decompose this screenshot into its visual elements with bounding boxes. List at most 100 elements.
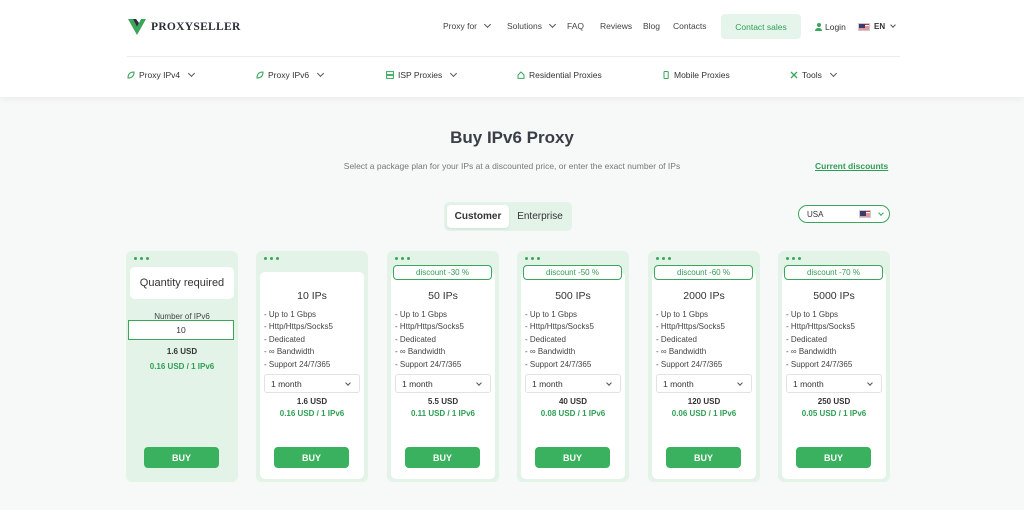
feature-item: - Http/Https/Socks5 <box>786 322 855 332</box>
subnav-proxy-ipv6[interactable]: Proxy IPv6 <box>256 69 325 80</box>
server-icon <box>386 71 394 79</box>
period-select[interactable]: 1 month <box>525 374 621 393</box>
feature-item: - Support 24/7/365 <box>656 359 723 369</box>
dots-icon <box>525 257 540 260</box>
discount-badge: discount -50 % <box>523 265 622 280</box>
site-header: PROXYSELLER Proxy for Solutions FAQ Revi… <box>0 0 1024 97</box>
tools-icon <box>790 71 798 79</box>
us-flag-icon <box>859 210 871 218</box>
feature-item: - Support 24/7/365 <box>395 359 462 369</box>
discount-badge: discount -70 % <box>784 265 883 280</box>
feature-item: - Dedicated <box>264 334 305 344</box>
user-icon <box>815 23 822 31</box>
logo[interactable]: PROXYSELLER <box>127 17 241 37</box>
buy-button[interactable]: BUY <box>535 447 610 468</box>
language-label: EN <box>874 22 886 31</box>
nav-solutions[interactable]: Solutions <box>507 20 557 31</box>
chevron-down-icon <box>606 380 612 386</box>
subnav-mobile-proxies[interactable]: Mobile Proxies <box>662 70 730 80</box>
discount-badge: discount -60 % <box>654 265 753 280</box>
nav-blog[interactable]: Blog <box>643 21 660 31</box>
plan-card-2000: discount -60 % 2000 IPs - Up to 1 Gbps -… <box>648 251 760 482</box>
feature-item: - ∞ Bandwidth <box>264 347 315 357</box>
plan-title: 10 IPs <box>297 290 327 302</box>
buy-button[interactable]: BUY <box>274 447 349 468</box>
discount-badge: discount -30 % <box>393 265 492 280</box>
dots-icon <box>656 257 671 260</box>
chevron-down-icon <box>829 69 837 78</box>
feature-item: - Dedicated <box>525 334 566 344</box>
subnav-residential-proxies[interactable]: Residential Proxies <box>517 70 602 80</box>
feature-list: - Up to 1 Gbps - Http/Https/Socks5 - Ded… <box>525 309 594 371</box>
subnav-isp-proxies[interactable]: ISP Proxies <box>386 69 458 80</box>
chevron-down-icon <box>317 69 325 78</box>
buy-button[interactable]: BUY <box>144 447 219 468</box>
buy-button[interactable]: BUY <box>405 447 480 468</box>
plan-price: 5.5 USD <box>427 397 459 406</box>
chevron-down-icon <box>188 69 196 78</box>
plan-price-per-ip: 0.11 USD / 1 IPv6 <box>410 409 476 418</box>
feature-item: - Http/Https/Socks5 <box>525 322 594 332</box>
chevron-down-icon <box>878 210 884 216</box>
plan-card-500: discount -50 % 500 IPs - Up to 1 Gbps - … <box>517 251 629 482</box>
feature-item: - Up to 1 Gbps <box>525 310 578 319</box>
plan-card-50: discount -30 % 50 IPs - Up to 1 Gbps - H… <box>387 251 499 482</box>
chevron-down-icon <box>345 380 351 386</box>
customer-type-toggle: Customer Enterprise <box>444 202 572 231</box>
period-select[interactable]: 1 month <box>395 374 491 393</box>
feature-item: - ∞ Bandwidth <box>656 347 707 357</box>
quantity-input[interactable]: 10 <box>128 320 234 340</box>
login-link[interactable]: Login <box>815 22 846 32</box>
feature-item: - ∞ Bandwidth <box>395 347 446 357</box>
buy-button[interactable]: BUY <box>796 447 871 468</box>
plan-price: 120 USD <box>687 397 721 406</box>
subnav-label: Mobile Proxies <box>674 70 730 80</box>
subnav-tools[interactable]: Tools <box>790 69 837 80</box>
toggle-enterprise[interactable]: Enterprise <box>511 205 569 228</box>
page-title: Buy IPv6 Proxy <box>450 128 574 147</box>
current-discounts-link[interactable]: Current discounts <box>815 161 888 171</box>
period-select[interactable]: 1 month <box>264 374 360 393</box>
plan-card-10: 10 IPs - Up to 1 Gbps - Http/Https/Socks… <box>256 251 368 482</box>
period-select[interactable]: 1 month <box>786 374 882 393</box>
period-label: 1 month <box>793 378 824 389</box>
quantity-price-per-ip: 0.16 USD / 1 IPv6 <box>149 362 215 371</box>
feature-item: - ∞ Bandwidth <box>786 347 837 357</box>
quantity-total-price: 1.6 USD <box>166 347 198 356</box>
feature-list: - Up to 1 Gbps - Http/Https/Socks5 - Ded… <box>656 309 725 371</box>
quantity-heading: Quantity required <box>130 267 234 299</box>
house-icon <box>517 71 525 79</box>
period-select[interactable]: 1 month <box>656 374 752 393</box>
period-label: 1 month <box>532 378 563 389</box>
plan-price-per-ip: 0.16 USD / 1 IPv6 <box>279 409 345 418</box>
chevron-down-icon <box>737 380 743 386</box>
feature-item: - Up to 1 Gbps <box>786 310 839 319</box>
nav-solutions-label: Solutions <box>507 21 542 31</box>
subnav-label: ISP Proxies <box>398 70 443 80</box>
toggle-customer[interactable]: Customer <box>447 205 509 228</box>
language-selector[interactable]: EN <box>858 22 896 31</box>
subnav-proxy-ipv4[interactable]: Proxy IPv4 <box>127 69 196 80</box>
plan-title: 50 IPs <box>428 290 458 302</box>
feature-list: - Up to 1 Gbps - Http/Https/Socks5 - Ded… <box>786 309 855 371</box>
plan-price-per-ip: 0.06 USD / 1 IPv6 <box>671 409 737 418</box>
nav-faq[interactable]: FAQ <box>567 21 584 31</box>
login-label: Login <box>825 22 846 32</box>
chevron-down-icon <box>867 380 873 386</box>
feature-item: - Http/Https/Socks5 <box>264 322 333 332</box>
plan-price-per-ip: 0.05 USD / 1 IPv6 <box>801 409 867 418</box>
chevron-down-icon <box>483 20 492 29</box>
subnav-label: Tools <box>802 70 822 80</box>
country-select[interactable]: USA <box>798 205 890 223</box>
leaf-icon <box>256 71 264 79</box>
us-flag-icon <box>858 22 870 31</box>
plan-title: 2000 IPs <box>683 290 725 302</box>
period-label: 1 month <box>271 378 302 389</box>
feature-item: - Up to 1 Gbps <box>395 310 448 319</box>
nav-contacts[interactable]: Contacts <box>673 21 707 31</box>
contact-sales-button[interactable]: Contact sales <box>721 14 801 39</box>
nav-reviews[interactable]: Reviews <box>600 21 632 31</box>
plan-title: 500 IPs <box>555 290 591 302</box>
nav-proxy-for[interactable]: Proxy for <box>443 20 492 31</box>
buy-button[interactable]: BUY <box>666 447 741 468</box>
